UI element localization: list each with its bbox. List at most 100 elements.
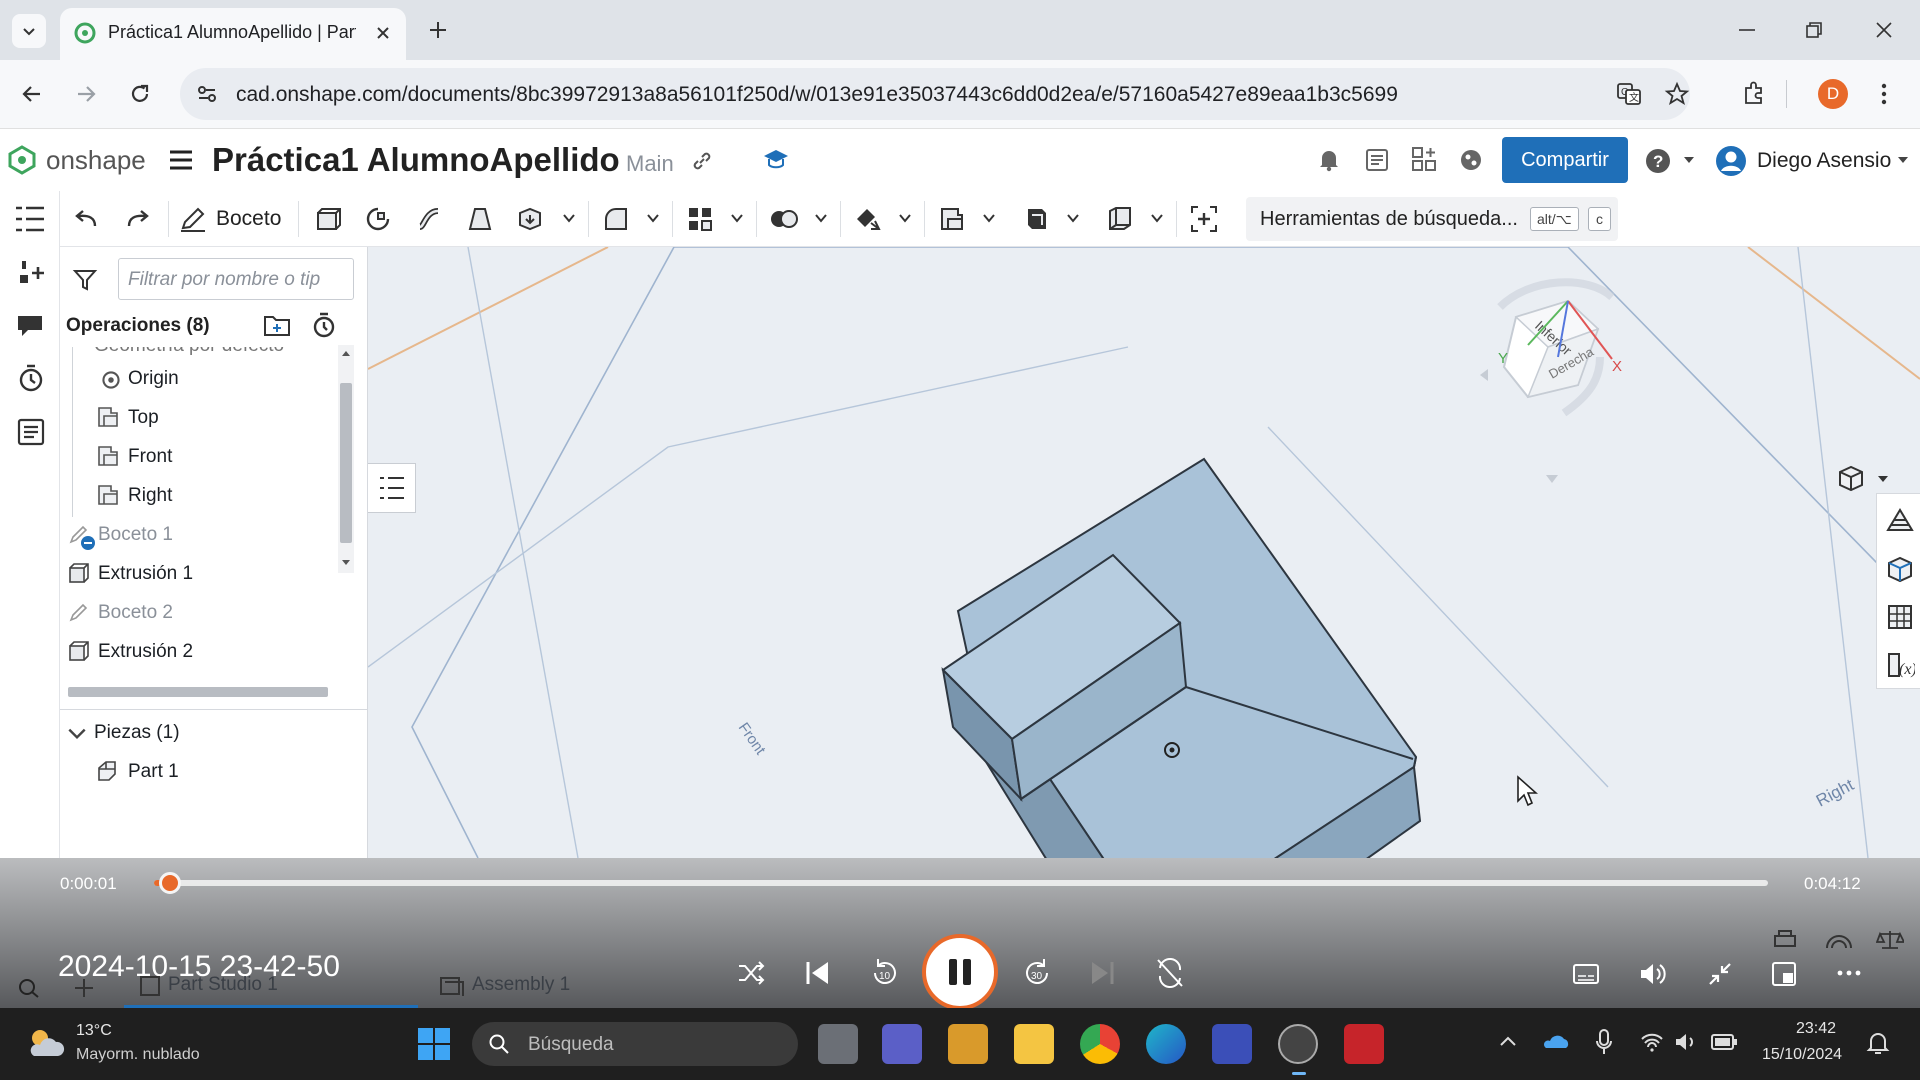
default-geometry-item[interactable]: Geometría por defecto <box>94 347 284 357</box>
search-tabs-icon[interactable] <box>14 976 44 1000</box>
rollback-timer-icon[interactable] <box>310 311 338 339</box>
wifi-icon[interactable] <box>1640 1030 1664 1054</box>
tab-list-button[interactable] <box>12 14 46 48</box>
app-icon[interactable] <box>1212 1024 1252 1064</box>
reload-icon[interactable] <box>128 82 152 106</box>
version-history-icon[interactable] <box>16 363 46 393</box>
scrollbar-thumb[interactable] <box>340 383 352 543</box>
print-icon[interactable] <box>1772 928 1798 950</box>
loft-button[interactable] <box>462 201 498 237</box>
close-window-icon[interactable] <box>1874 20 1894 40</box>
speaker-icon[interactable] <box>1674 1030 1698 1054</box>
fillet-button[interactable] <box>598 201 634 237</box>
transform-button[interactable] <box>850 201 886 237</box>
forward-icon[interactable] <box>74 82 98 106</box>
forward-30-icon[interactable]: 30 <box>1020 956 1054 990</box>
acrobat-icon[interactable] <box>1344 1024 1384 1064</box>
section-view-icon[interactable] <box>1885 554 1915 584</box>
variables-icon[interactable]: (x) <box>1885 650 1915 680</box>
chevron-down-icon[interactable] <box>1066 211 1080 225</box>
view-orientation-cube-icon[interactable] <box>1836 463 1866 493</box>
user-caret-icon[interactable] <box>1896 155 1910 165</box>
more-options-icon[interactable] <box>1836 968 1862 978</box>
document-title[interactable]: Práctica1 AlumnoApellido <box>212 141 620 179</box>
sheet-metal-button[interactable] <box>1018 201 1054 237</box>
feature-filter-input[interactable]: Filtrar por nombre o tip <box>118 258 354 300</box>
add-tab-icon[interactable] <box>72 976 96 1000</box>
microphone-icon[interactable] <box>1594 1028 1614 1056</box>
sweep-button[interactable] <box>412 201 448 237</box>
thicken-button[interactable] <box>512 201 548 237</box>
feature-item-sketch-2[interactable]: Boceto 2 <box>60 593 330 631</box>
mass-properties-icon[interactable] <box>1885 602 1915 632</box>
hamburger-menu-icon[interactable] <box>168 149 194 171</box>
subtitles-icon[interactable] <box>1572 962 1600 986</box>
weather-cloud-icon[interactable] <box>26 1026 66 1060</box>
feature-list-icon[interactable] <box>14 204 46 234</box>
back-icon[interactable] <box>20 82 44 106</box>
feature-item-top[interactable]: Top <box>60 398 330 436</box>
mini-player-icon[interactable] <box>1770 960 1798 988</box>
feature-item-front[interactable]: Front <box>60 437 330 475</box>
frames-button[interactable] <box>1102 201 1138 237</box>
extrude-button[interactable] <box>310 201 346 237</box>
feature-list-scrollbar[interactable] <box>338 345 354 573</box>
parts-header[interactable]: Piezas (1) <box>60 713 330 751</box>
repeat-off-icon[interactable] <box>1154 956 1186 990</box>
part-studio-tab[interactable]: Part Studio 1 <box>124 966 418 1008</box>
feature-item-sketch-1[interactable]: Boceto 1 <box>60 515 330 553</box>
battery-icon[interactable] <box>1710 1032 1738 1052</box>
minimize-icon[interactable] <box>1736 20 1758 40</box>
extensions-icon[interactable] <box>1740 80 1768 108</box>
comments-icon[interactable] <box>14 311 46 341</box>
branch-label[interactable]: Main <box>626 151 674 177</box>
chevron-down-icon[interactable] <box>814 211 828 225</box>
graphics-viewport[interactable]: Front Right Inferior Derecha Y X (x) <box>368 247 1920 858</box>
file-explorer-icon[interactable] <box>1014 1024 1054 1064</box>
chevron-down-icon[interactable] <box>982 211 996 225</box>
volume-icon[interactable] <box>1638 960 1666 988</box>
user-name[interactable]: Diego Asensio <box>1757 149 1891 173</box>
teams-icon[interactable] <box>882 1024 922 1064</box>
pause-button[interactable] <box>922 934 998 1010</box>
address-input[interactable]: cad.onshape.com/documents/8bc39972913a8a… <box>180 68 1690 120</box>
task-view-icon[interactable] <box>818 1024 858 1064</box>
chevron-down-icon[interactable] <box>898 211 912 225</box>
profile-avatar[interactable]: D <box>1818 79 1848 109</box>
shuffle-icon[interactable] <box>736 958 766 988</box>
edge-icon[interactable] <box>1146 1024 1186 1064</box>
pattern-button[interactable] <box>682 201 718 237</box>
redo-button[interactable] <box>120 201 156 237</box>
appearance-icon[interactable] <box>1885 506 1915 536</box>
add-custom-feature-button[interactable] <box>1186 201 1222 237</box>
onshape-logo-icon[interactable] <box>8 145 36 175</box>
rewind-10-icon[interactable]: 10 <box>868 956 902 990</box>
assembly-tab[interactable]: Assembly 1 <box>430 966 720 1008</box>
translate-icon[interactable]: G文 <box>1616 81 1642 107</box>
add-part-icon[interactable] <box>16 257 46 287</box>
seek-bar[interactable] <box>154 872 1768 894</box>
chrome-icon[interactable] <box>1080 1024 1120 1064</box>
bookmark-star-icon[interactable] <box>1664 81 1690 107</box>
browser-menu-icon[interactable] <box>1878 82 1890 106</box>
chevron-down-icon[interactable] <box>562 211 576 225</box>
exit-fullscreen-icon[interactable] <box>1706 960 1734 988</box>
part-item[interactable]: Part 1 <box>60 752 330 790</box>
seek-knob[interactable] <box>159 872 182 894</box>
horizontal-scrollbar-thumb[interactable] <box>68 687 328 697</box>
scroll-down-icon[interactable] <box>341 559 351 567</box>
help-icon[interactable]: ? <box>1644 147 1672 175</box>
learning-center-icon[interactable] <box>1458 147 1484 173</box>
obs-icon[interactable] <box>1278 1024 1318 1064</box>
boolean-button[interactable] <box>766 201 802 237</box>
site-settings-icon[interactable] <box>196 83 218 105</box>
restore-icon[interactable] <box>1804 20 1824 40</box>
filter-icon[interactable] <box>72 267 98 293</box>
sketch-button[interactable]: Boceto <box>178 199 288 239</box>
next-icon[interactable] <box>1088 958 1116 988</box>
chevron-down-icon[interactable] <box>1876 474 1890 484</box>
education-cap-icon[interactable] <box>762 147 790 171</box>
notification-bell-icon[interactable] <box>1866 1030 1890 1056</box>
chevron-up-icon[interactable] <box>1498 1034 1518 1048</box>
feature-item-extrude-2[interactable]: Extrusión 2 <box>60 632 330 670</box>
